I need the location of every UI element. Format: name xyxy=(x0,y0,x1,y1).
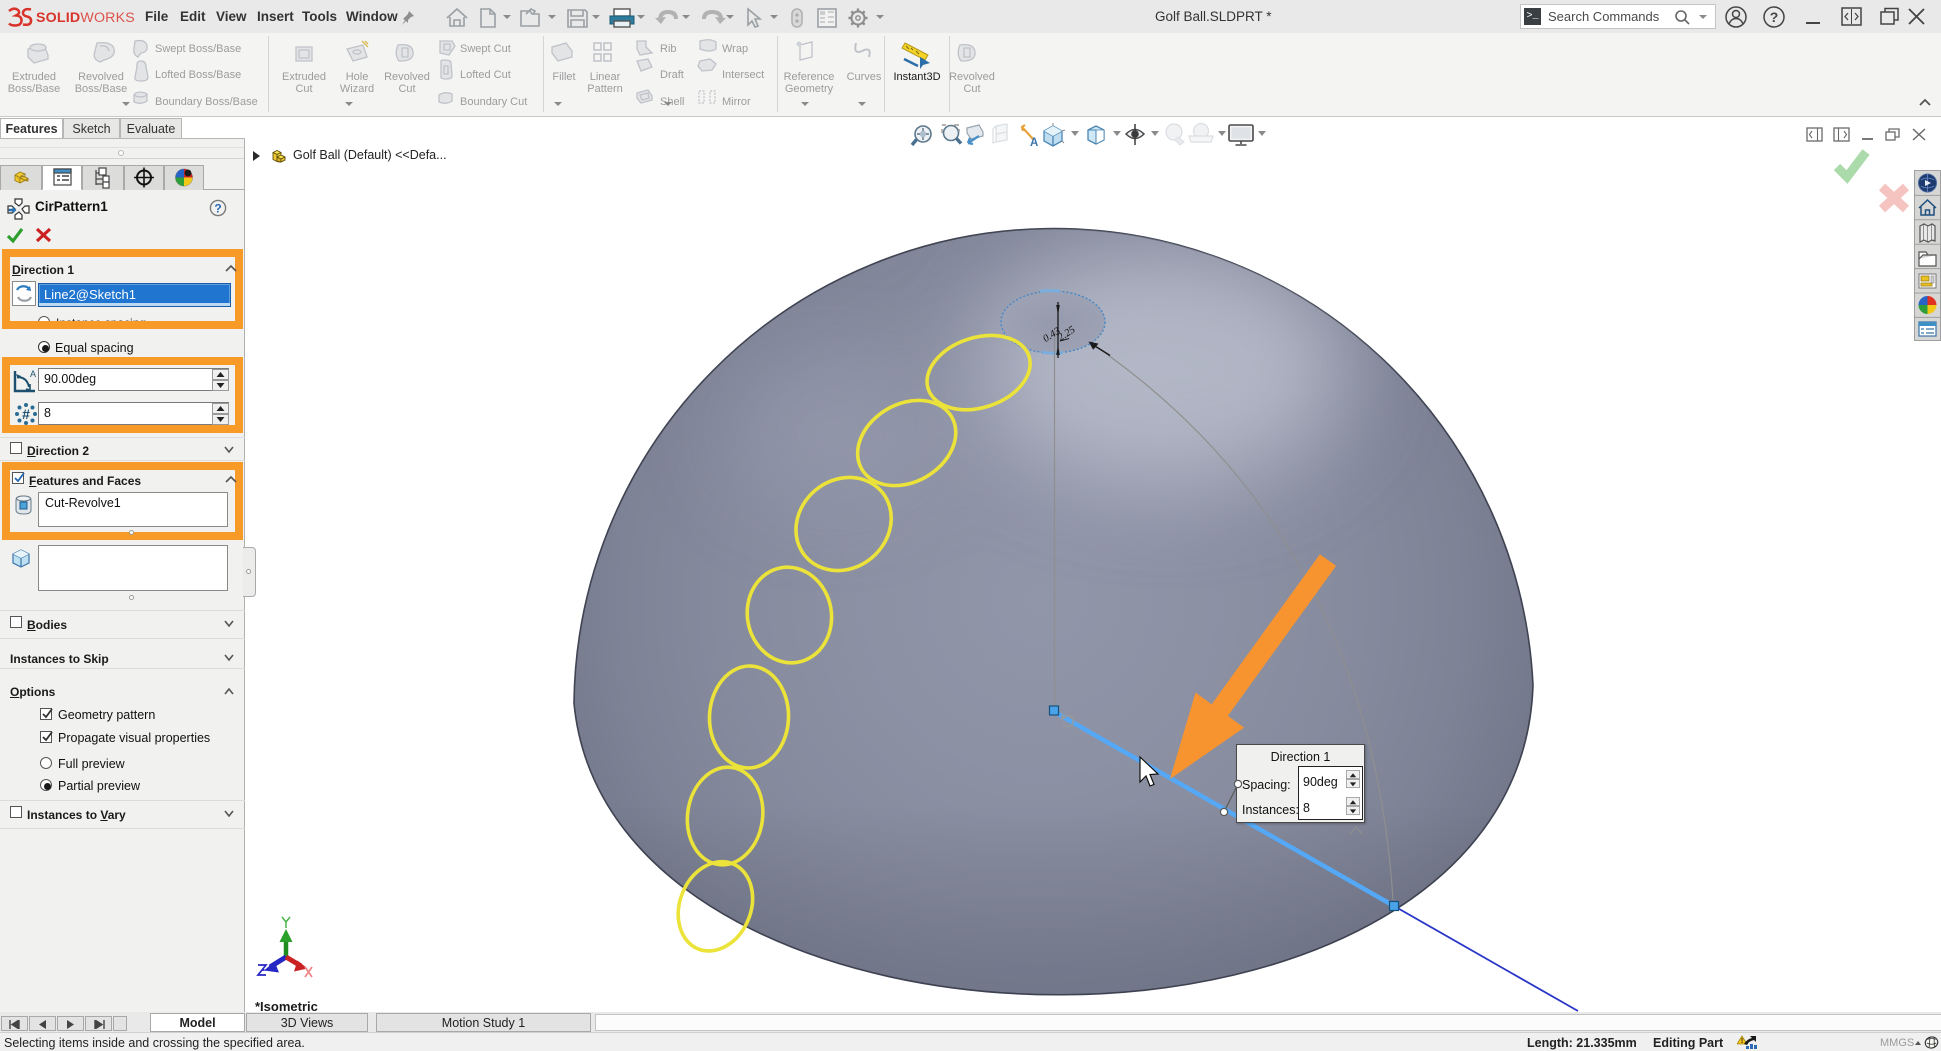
svg-text:?: ? xyxy=(214,202,221,216)
svg-text:A: A xyxy=(1030,137,1038,149)
svg-text:?: ? xyxy=(1770,9,1779,25)
svg-text:!: ! xyxy=(1741,1038,1743,1045)
svg-text:#: # xyxy=(22,406,30,422)
svg-text:SOLIDWORKS: SOLIDWORKS xyxy=(36,10,135,26)
svg-text:A: A xyxy=(30,369,36,379)
